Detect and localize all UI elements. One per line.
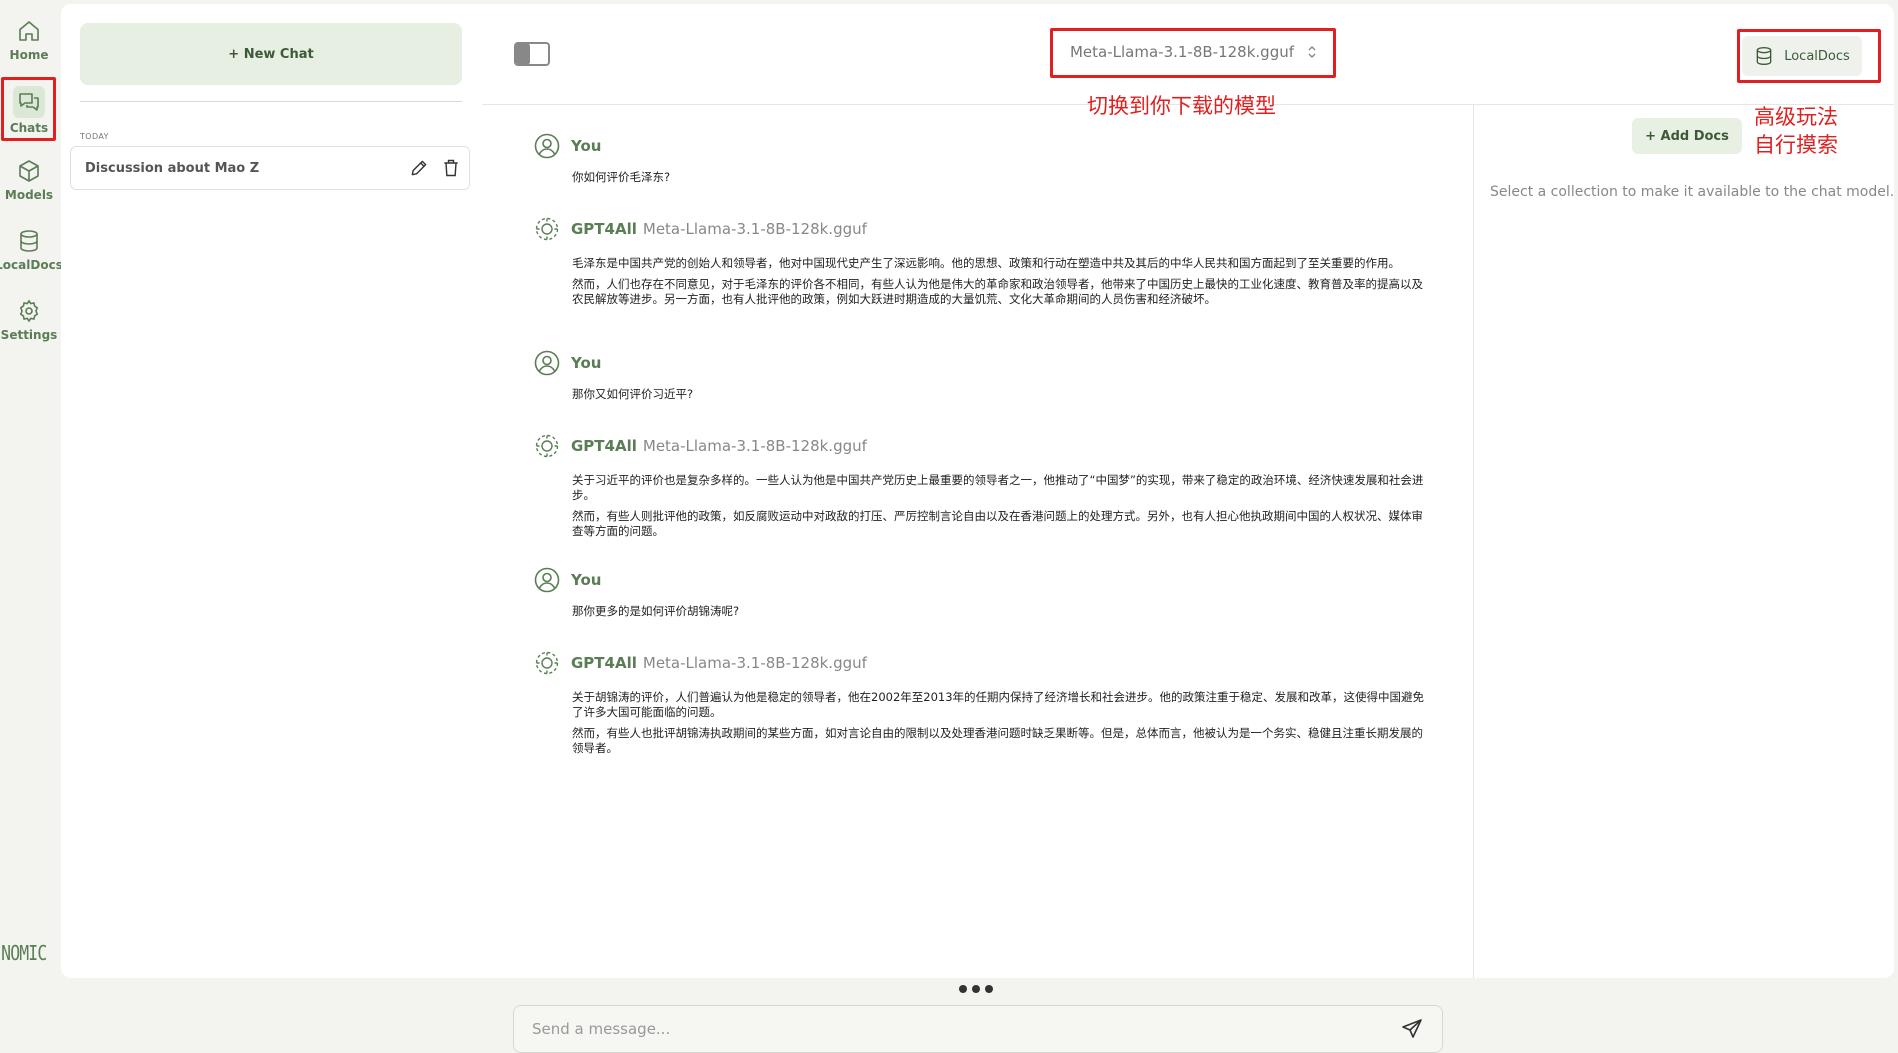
nav-item-models[interactable]: Models	[3, 150, 55, 210]
trash-icon	[444, 159, 458, 177]
model-selector[interactable]: Meta-Llama-3.1-8B-128k.gguf	[1055, 30, 1333, 74]
pencil-icon	[411, 160, 427, 176]
message-model: Meta-Llama-3.1-8B-128k.gguf	[642, 654, 867, 672]
message-input[interactable]	[514, 1019, 1400, 1039]
nav-label-home: Home	[9, 47, 49, 62]
message-text: 然而，人们也存在不同意见，对于毛泽东的评价各不相同，有些人认为他是伟大的革命家和…	[572, 277, 1423, 306]
nav-label-models: Models	[4, 187, 54, 202]
main-area: Meta-Llama-3.1-8B-128k.gguf LocalDocs 切换…	[482, 4, 1895, 1053]
message-model: Meta-Llama-3.1-8B-128k.gguf	[642, 437, 867, 455]
message-user: You 那你又如何评价习近平?	[534, 348, 1434, 408]
chats-panel: + New Chat TODAY Discussion about Mao Z	[61, 4, 483, 978]
database-icon	[20, 229, 38, 252]
database-icon	[1756, 47, 1772, 66]
chat-title: Discussion about Mao Z	[85, 160, 260, 176]
conversation: You 你如何评价毛泽东? GPT4All Meta-Llama-3.1-8B-…	[482, 105, 1474, 1053]
nav-item-home[interactable]: Home	[3, 10, 55, 70]
message-author: GPT4All	[571, 437, 637, 455]
message-assistant: GPT4All Meta-Llama-3.1-8B-128k.gguf 关于胡锦…	[534, 648, 1434, 762]
message-text: 你如何评价毛泽东?	[572, 170, 671, 184]
cube-icon	[19, 159, 39, 182]
nav-label-settings: Settings	[0, 327, 58, 342]
nav-item-settings[interactable]: Settings	[0, 290, 58, 350]
new-chat-button[interactable]: + New Chat	[80, 23, 462, 85]
gpt4all-avatar-icon	[535, 434, 559, 458]
gpt4all-avatar-icon	[535, 217, 559, 241]
message-assistant: GPT4All Meta-Llama-3.1-8B-128k.gguf 毛泽东是…	[534, 214, 1434, 313]
nav-item-chats[interactable]: Chats	[3, 80, 55, 140]
chat-list-item[interactable]: Discussion about Mao Z	[70, 146, 470, 190]
message-assistant: GPT4All Meta-Llama-3.1-8B-128k.gguf 关于习近…	[534, 431, 1434, 545]
message-text: 然而，有些人则批评他的政策，如反腐败运动中对政敌的打压、严厉控制言论自由以及在香…	[572, 509, 1423, 538]
localdocs-button[interactable]: LocalDocs	[1742, 36, 1862, 76]
user-avatar-icon	[534, 350, 560, 376]
add-docs-button[interactable]: + Add Docs	[1632, 118, 1742, 154]
chat-bubbles-icon	[19, 92, 39, 111]
divider	[80, 101, 462, 102]
message-text: 关于习近平的评价也是复杂多样的。一些人认为他是中国共产党历史上最重要的领导者之一…	[572, 473, 1424, 502]
gpt4all-avatar-icon	[535, 651, 559, 675]
user-avatar-icon	[534, 567, 560, 593]
annotation-docs-hint-1: 高级玩法	[1754, 105, 1838, 129]
section-label-today: TODAY	[80, 132, 109, 141]
message-model: Meta-Llama-3.1-8B-128k.gguf	[642, 220, 867, 238]
nomic-logo: NOMIC	[1, 941, 47, 965]
send-icon[interactable]	[1400, 1017, 1424, 1041]
nav-item-localdocs[interactable]: LocalDocs	[0, 220, 63, 280]
localdocs-button-label: LocalDocs	[1784, 48, 1850, 64]
nav-label-localdocs: LocalDocs	[0, 257, 63, 272]
message-author: You	[571, 354, 602, 372]
model-selector-label: Meta-Llama-3.1-8B-128k.gguf	[1069, 43, 1295, 61]
home-icon	[19, 20, 39, 41]
gear-icon	[19, 299, 39, 322]
annotation-docs-hint-2: 自行摸索	[1754, 133, 1838, 157]
message-text: 毛泽东是中国共产党的创始人和领导者，他对中国现代史产生了深远影响。他的思想、政策…	[572, 256, 1400, 270]
message-composer	[513, 1005, 1443, 1053]
message-user: You 你如何评价毛泽东?	[534, 131, 1434, 191]
message-author: You	[571, 137, 602, 155]
sidebar-toggle-icon[interactable]	[514, 42, 550, 66]
nav-label-chats: Chats	[9, 120, 49, 135]
message-text: 那你又如何评价习近平?	[572, 387, 694, 401]
message-text: 关于胡锦涛的评价，人们普遍认为他是稳定的领导者，他在2002年至2013年的任期…	[572, 690, 1425, 719]
message-author: GPT4All	[571, 220, 637, 238]
left-nav: Home Chats Models LocalDocs Settings NOM…	[0, 0, 63, 982]
edit-chat-button[interactable]	[405, 154, 433, 182]
message-author: You	[571, 571, 602, 589]
docs-empty-hint: Select a collection to make it available…	[1490, 184, 1895, 200]
message-text: 然而，有些人也批评胡锦涛执政期间的某些方面，如对言论自由的限制以及处理香港问题时…	[572, 726, 1423, 755]
typing-indicator	[959, 985, 993, 993]
top-bar: Meta-Llama-3.1-8B-128k.gguf LocalDocs	[482, 4, 1894, 105]
updown-chevron-icon	[1308, 46, 1316, 58]
message-author: GPT4All	[571, 654, 637, 672]
message-user: You 那你更多的是如何评价胡锦涛呢?	[534, 565, 1434, 625]
user-avatar-icon	[534, 133, 560, 159]
delete-chat-button[interactable]	[437, 154, 465, 182]
message-text: 那你更多的是如何评价胡锦涛呢?	[572, 604, 740, 618]
